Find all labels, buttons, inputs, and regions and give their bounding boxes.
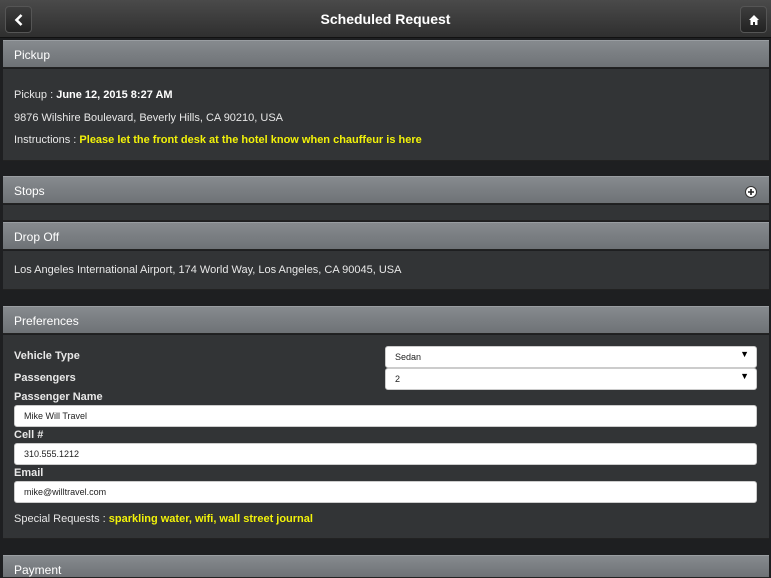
special-requests-row: Special Requests : sparkling water, wifi…	[14, 513, 313, 525]
dropoff-address: Los Angeles International Airport, 174 W…	[14, 264, 402, 276]
special-requests-text: sparkling water, wifi, wall street journ…	[108, 513, 313, 525]
home-icon	[748, 14, 759, 25]
special-requests-label: Special Requests :	[14, 513, 106, 525]
passengers-label: Passengers	[14, 372, 76, 384]
page-title: Scheduled Request	[320, 11, 451, 27]
pickup-instructions-row: Instructions : Please let the front desk…	[14, 134, 422, 146]
email-label: Email	[14, 467, 44, 479]
passenger-name-value: Mike Will Travel	[24, 411, 88, 421]
cell-value: 310.555.1212	[24, 449, 80, 459]
pickup-address: 9876 Wilshire Boulevard, Beverly Hills, …	[14, 112, 284, 124]
email-input[interactable]: mike@willtravel.com	[14, 481, 757, 503]
stops-section-body	[3, 205, 769, 221]
vehicle-type-value: Sedan	[395, 352, 422, 362]
stops-title: Stops	[14, 184, 45, 198]
instructions-text: Please let the front desk at the hotel k…	[79, 134, 422, 146]
passenger-name-input[interactable]: Mike Will Travel	[14, 405, 757, 427]
pickup-time-row: Pickup : June 12, 2015 8:27 AM	[14, 89, 173, 101]
pickup-section-body: Pickup : June 12, 2015 8:27 AM 9876 Wils…	[3, 69, 769, 161]
add-stop-button[interactable]	[745, 186, 757, 198]
pickup-datetime: June 12, 2015 8:27 AM	[56, 89, 173, 101]
pickup-section-header[interactable]: Pickup	[3, 40, 769, 68]
dropoff-section-header[interactable]: Drop Off	[3, 222, 769, 250]
payment-section-header[interactable]: Payment	[3, 555, 769, 578]
email-value: mike@willtravel.com	[24, 487, 107, 497]
preferences-section-body: Vehicle Type Sedan ▼ Passengers 2 ▼ Pass…	[3, 335, 769, 539]
cell-label: Cell #	[14, 429, 44, 441]
dropdown-arrow-icon: ▼	[740, 371, 749, 381]
passengers-select[interactable]: 2 ▼	[385, 368, 757, 390]
passengers-value: 2	[395, 374, 401, 384]
top-bar: Scheduled Request	[0, 0, 771, 38]
cell-input[interactable]: 310.555.1212	[14, 443, 757, 465]
stops-section-header[interactable]: Stops	[3, 176, 769, 204]
dropdown-arrow-icon: ▼	[740, 349, 749, 359]
pickup-label: Pickup :	[14, 89, 54, 101]
home-button[interactable]	[740, 6, 767, 33]
dropoff-section-body: Los Angeles International Airport, 174 W…	[3, 251, 769, 290]
vehicle-type-label: Vehicle Type	[14, 350, 80, 362]
instructions-label: Instructions :	[14, 134, 77, 146]
preferences-section-header[interactable]: Preferences	[3, 306, 769, 334]
plus-circle-icon	[748, 189, 754, 195]
passenger-name-label: Passenger Name	[14, 391, 103, 403]
vehicle-type-select[interactable]: Sedan ▼	[385, 346, 757, 368]
